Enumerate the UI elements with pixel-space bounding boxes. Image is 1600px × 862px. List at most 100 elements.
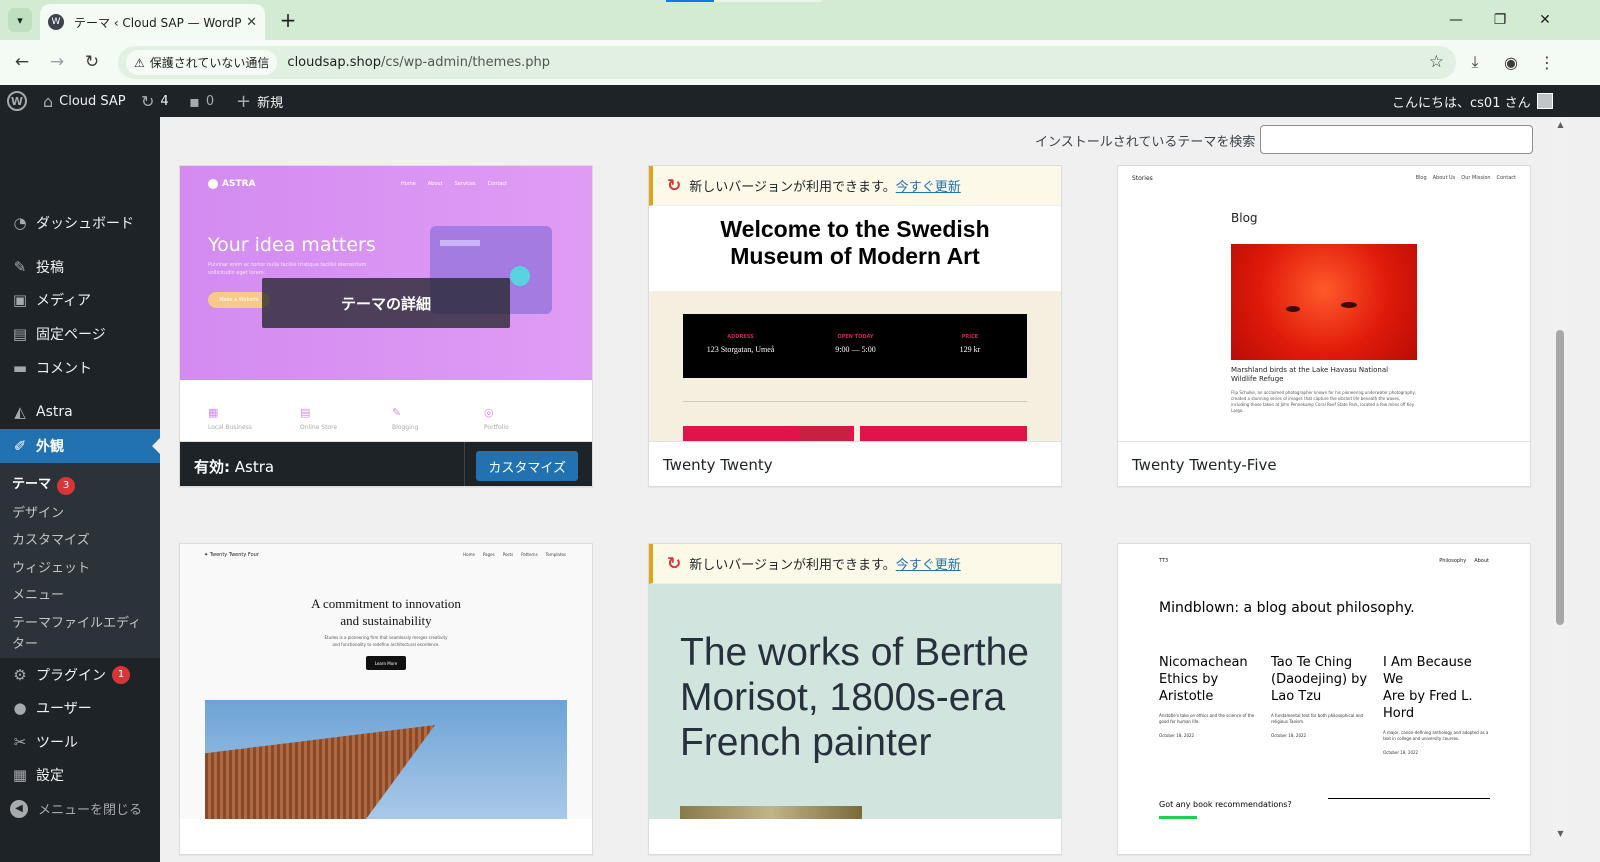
theme-card-twenty-twenty-five[interactable]: Stories Blog About Us Our Mission Contac… bbox=[1117, 165, 1531, 487]
window-restore-icon[interactable]: ❐ bbox=[1488, 8, 1512, 32]
tt1-headline-line: Morisot, 1800s-era bbox=[680, 676, 1006, 719]
tt3-nav: Philosophy About bbox=[1439, 558, 1489, 564]
reload-icon[interactable]: ↻ bbox=[80, 50, 104, 74]
sidebar-item-label: 固定ページ bbox=[36, 327, 106, 343]
download-icon[interactable]: ⤓ bbox=[1463, 50, 1487, 74]
theme-screenshot-twenty-twenty: Welcome to the Swedish Museum of Modern … bbox=[649, 166, 1061, 441]
comments-link[interactable]: ▪ 0 bbox=[189, 85, 214, 117]
window-minimize-icon[interactable]: — bbox=[1444, 8, 1468, 32]
tt-headline-line: Museum of Modern Art bbox=[730, 243, 980, 269]
submenu-themes[interactable]: テーマ 3 bbox=[12, 473, 76, 495]
submenu-widgets[interactable]: ウィジェット bbox=[12, 557, 90, 576]
browser-tab-active[interactable]: W テーマ ‹ Cloud SAP — WordPress ✕ bbox=[40, 4, 265, 40]
tt-info-col: OPEN TODAY 9:00 — 5:00 bbox=[798, 334, 913, 354]
new-tab-plus-icon[interactable]: + bbox=[276, 8, 300, 32]
sidebar-item-label: プラグイン bbox=[36, 668, 106, 684]
tab-indicator-gap bbox=[714, 0, 822, 2]
updates-link[interactable]: ↻ 4 bbox=[141, 85, 169, 117]
bookmark-star-icon[interactable]: ☆ bbox=[1429, 52, 1444, 72]
url-text[interactable]: cloudsap.shop/cs/wp-admin/themes.php bbox=[287, 55, 550, 70]
security-chip[interactable]: ⚠ 保護されていない通信 bbox=[126, 50, 278, 75]
kebab-menu-icon[interactable]: ⋮ bbox=[1535, 50, 1559, 74]
tt3-post: Nicomachean Ethics by Aristotle Aristotl… bbox=[1159, 654, 1259, 738]
address-bar[interactable]: ⚠ 保護されていない通信 cloudsap.shop/cs/wp-admin/t… bbox=[118, 46, 1456, 79]
astra-nav-item: Services bbox=[454, 181, 476, 187]
settings-icon: ▦ bbox=[12, 766, 28, 784]
customize-button[interactable]: カスタマイズ bbox=[476, 451, 578, 481]
sidebar-item-posts[interactable]: ✎ 投稿 bbox=[0, 250, 160, 284]
forward-arrow-icon[interactable]: → bbox=[45, 50, 69, 74]
theme-card-twenty-twenty-three[interactable]: TT3 Philosophy About Mindblown: a blog a… bbox=[1117, 543, 1531, 855]
window-close-icon[interactable]: ✕ bbox=[1533, 8, 1557, 32]
sidebar-item-settings[interactable]: ▦ 設定 bbox=[0, 758, 160, 792]
tt5-nav-item: Blog bbox=[1415, 175, 1427, 181]
plugins-update-badge: 1 bbox=[112, 666, 130, 684]
tt5-nav-item: About Us bbox=[1432, 175, 1456, 181]
sidebar-item-media[interactable]: ▣ メディア bbox=[0, 283, 160, 317]
tab-search-chevron-icon[interactable]: ▾ bbox=[8, 8, 32, 32]
wp-admin-bar: W ⌂ Cloud SAP ↻ 4 ▪ 0 + 新規 こんにちは、cs01 さん bbox=[0, 85, 1600, 117]
tt4-building-image bbox=[205, 725, 435, 819]
scroll-up-arrow-icon[interactable]: ▲ bbox=[1553, 117, 1568, 132]
theme-card-twenty-twenty-one[interactable]: ↻ 新しいバージョンが利用できます。 今すぐ更新 The works of Be… bbox=[648, 543, 1062, 855]
back-arrow-icon[interactable]: ← bbox=[10, 50, 34, 74]
astra-feature-label: Local Business bbox=[208, 424, 252, 431]
my-account-link[interactable]: こんにちは、cs01 さん bbox=[1392, 85, 1553, 117]
submenu-themes-label: テーマ bbox=[12, 477, 52, 492]
tt5-nav: Blog About Us Our Mission Contact bbox=[1416, 175, 1516, 181]
sidebar-item-dashboard[interactable]: ◔ ダッシュボード bbox=[0, 206, 160, 240]
theme-card-twenty-twenty[interactable]: ↻ 新しいバージョンが利用できます。 今すぐ更新 Welcome to the … bbox=[648, 165, 1062, 487]
update-now-link[interactable]: 今すぐ更新 bbox=[896, 554, 961, 573]
current-menu-arrow bbox=[152, 438, 160, 454]
update-notice: ↻ 新しいバージョンが利用できます。 今すぐ更新 bbox=[649, 544, 1061, 584]
submenu-menus[interactable]: メニュー bbox=[12, 584, 64, 603]
tt4-headline-line: A commitment to innovation bbox=[311, 596, 461, 611]
tab-title: テーマ ‹ Cloud SAP — WordPress bbox=[74, 15, 242, 30]
profile-icon[interactable]: ◉ bbox=[1499, 50, 1523, 74]
sidebar-item-label: ユーザー bbox=[36, 701, 92, 717]
warning-triangle-icon: ⚠ bbox=[134, 55, 145, 70]
page-scrollbar-thumb[interactable] bbox=[1556, 330, 1564, 625]
astra-feature-label: Blogging bbox=[392, 424, 419, 431]
tab-close-icon[interactable]: ✕ bbox=[246, 15, 257, 30]
astra-cta: Make a Website bbox=[208, 292, 270, 308]
sidebar-item-pages[interactable]: ▤ 固定ページ bbox=[0, 317, 160, 351]
new-content-link[interactable]: + 新規 bbox=[236, 85, 283, 117]
tt5-nav-item: Contact bbox=[1496, 175, 1516, 181]
theme-card-twenty-twenty-four[interactable]: ✦ Twenty Twenty Four Home Pages Posts Pa… bbox=[179, 543, 593, 855]
submenu-design[interactable]: デザイン bbox=[12, 502, 64, 521]
sidebar-item-label: メディア bbox=[36, 293, 92, 309]
sidebar-item-comments[interactable]: ▬ コメント bbox=[0, 351, 160, 385]
astra-feature-label: Portfolio bbox=[484, 424, 509, 431]
collapse-menu-button[interactable]: ◀ メニューを閉じる bbox=[10, 799, 142, 818]
tt4-headline: A commitment to innovation and sustainab… bbox=[180, 595, 592, 629]
tt5-caption: Marshland birds at the Lake Havasu Natio… bbox=[1231, 366, 1417, 384]
submenu-customize[interactable]: カスタマイズ bbox=[12, 529, 90, 548]
active-theme-name: Astra bbox=[234, 458, 275, 476]
sidebar-item-tools[interactable]: ✂ ツール bbox=[0, 725, 160, 759]
sidebar-item-plugins[interactable]: ⚙ プラグイン 1 bbox=[0, 658, 160, 692]
theme-details-button[interactable]: テーマの詳細 bbox=[262, 278, 510, 328]
site-name-link[interactable]: ⌂ Cloud SAP bbox=[43, 85, 126, 117]
sidebar-item-appearance[interactable]: ✐ 外観 bbox=[0, 429, 160, 463]
tt3-nav-item: About bbox=[1474, 558, 1489, 564]
tt3-footer-text: Got any book recommendations? bbox=[1159, 800, 1292, 809]
theme-card-astra[interactable]: ASTRA Home About Services Contact Your i… bbox=[179, 165, 593, 487]
tt-headline: Welcome to the Swedish Museum of Modern … bbox=[649, 216, 1061, 270]
tt4-site: ✦ Twenty Twenty Four bbox=[204, 552, 259, 558]
theme-footer-twenty-twenty-five: Twenty Twenty-Five bbox=[1118, 441, 1530, 486]
pin-icon: ✎ bbox=[13, 258, 27, 276]
scroll-down-arrow-icon[interactable]: ▼ bbox=[1553, 826, 1568, 841]
admin-sidebar: ◔ ダッシュボード ✎ 投稿 ▣ メディア ▤ 固定ページ ▬ コメント ◭ A… bbox=[0, 117, 160, 862]
update-now-link[interactable]: 今すぐ更新 bbox=[896, 176, 961, 195]
tt3-post-title: Tao Te Ching (Daodejing) by Lao Tzu bbox=[1271, 654, 1371, 705]
wp-logo-menu[interactable]: W bbox=[7, 85, 27, 117]
theme-search-input[interactable] bbox=[1260, 125, 1533, 154]
theme-name-twenty-twenty: Twenty Twenty bbox=[663, 456, 773, 474]
tt4-sub: Études is a pioneering firm that seamles… bbox=[180, 634, 592, 648]
sidebar-item-astra[interactable]: ◭ Astra bbox=[0, 395, 160, 429]
wordpress-favicon-icon: W bbox=[48, 14, 64, 30]
sidebar-item-label: ツール bbox=[36, 735, 78, 751]
submenu-theme-editor[interactable]: テーマファイルエディ ター bbox=[12, 612, 141, 652]
sidebar-item-users[interactable]: ● ユーザー bbox=[0, 691, 160, 725]
